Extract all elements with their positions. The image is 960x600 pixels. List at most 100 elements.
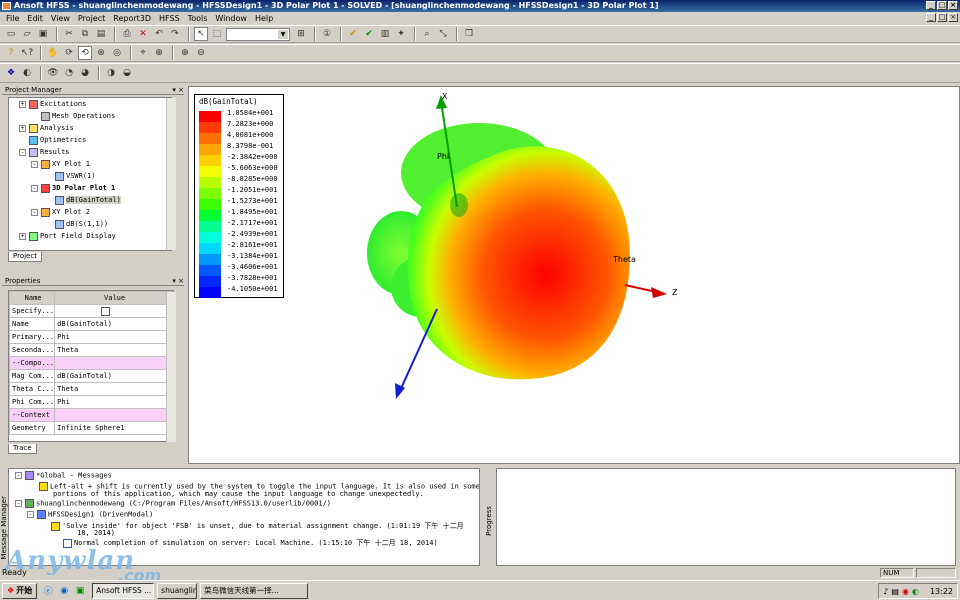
taskbar-shuanglin-button[interactable]: shuanglin... (157, 582, 198, 599)
menu-view[interactable]: View (51, 14, 70, 23)
property-row[interactable]: --Compo... (8, 356, 173, 370)
fields-icon[interactable]: ✦ (394, 27, 408, 41)
tray-volume-icon[interactable]: ♪ (883, 587, 888, 596)
window-cascade-icon[interactable]: ❐ (462, 27, 476, 41)
property-row[interactable]: Seconda... Theta (8, 343, 173, 357)
dynamic-zoom-icon[interactable]: ◎ (110, 46, 124, 60)
rotate-icon[interactable]: ⟳ (62, 46, 76, 60)
property-value[interactable] (54, 408, 173, 422)
project-row[interactable]: - shuanglinchenmodewang (C:/Program Files… (15, 499, 331, 508)
property-value[interactable]: Theta (54, 382, 173, 396)
units-icon[interactable]: ① (320, 27, 334, 41)
property-value[interactable] (54, 304, 173, 318)
menu-file[interactable]: File (6, 14, 19, 23)
draw-cylinder-icon[interactable]: ◐ (20, 66, 34, 80)
property-value[interactable]: Phi (54, 330, 173, 344)
menu-tools[interactable]: Tools (188, 14, 208, 23)
selection-combo[interactable] (226, 27, 290, 41)
pan-view-icon[interactable]: ⤡ (436, 27, 450, 41)
menu-window[interactable]: Window (215, 14, 247, 23)
select-mode-icon[interactable]: ⬚ (210, 27, 224, 41)
view-front-icon[interactable]: 👁 (46, 66, 60, 80)
tray-update-icon[interactable]: ◐ (912, 587, 919, 596)
rotate-model-icon[interactable]: ⟲ (78, 46, 92, 60)
app-icon[interactable]: ▣ (73, 584, 87, 598)
new-file-icon[interactable]: ▭ (4, 27, 18, 41)
property-value[interactable]: Infinite Sphere1 (54, 421, 173, 435)
menu-hfss[interactable]: HFSS (159, 14, 180, 23)
tab-project[interactable]: Project (8, 252, 42, 262)
property-row[interactable]: Name dB(GainTotal) (8, 317, 173, 331)
analyze-icon[interactable]: ✔ (362, 27, 376, 41)
project-tree[interactable]: + Excitations Mesh Operations + Analysis Opti… (8, 97, 172, 251)
property-row[interactable]: Geometry Infinite Sphere1 (8, 421, 173, 435)
tree-item-xy-plot-2[interactable]: - XY Plot 2 (31, 206, 90, 218)
view-grid-icon[interactable]: ⊕ (152, 46, 166, 60)
print-icon[interactable]: ⎙ (120, 27, 134, 41)
property-value[interactable]: dB(GainTotal) (54, 317, 173, 331)
cut-icon[interactable]: ✂ (62, 27, 76, 41)
specify-checkbox[interactable] (101, 306, 111, 316)
mdi-close-button[interactable]: × (948, 13, 958, 22)
ie-icon[interactable]: ⓔ (41, 584, 55, 598)
results-icon[interactable]: ▥ (378, 27, 392, 41)
tree-scrollbar[interactable] (166, 98, 176, 250)
menu-edit[interactable]: Edit (27, 14, 43, 23)
tree-item-xy-plot-1[interactable]: - XY Plot 1 (31, 158, 90, 170)
tree-item-port-field-display[interactable]: + Port Field Display (19, 230, 116, 242)
tree-item-db-s-1-1[interactable]: dB(S(1,1)) (45, 218, 108, 230)
view-bottom-icon[interactable]: ◒ (120, 66, 134, 80)
tray-security-icon[interactable]: ◉ (902, 587, 909, 596)
mdi-restore-button[interactable]: □ (937, 13, 947, 22)
browser-icon[interactable]: ◉ (57, 584, 71, 598)
tray-network-icon[interactable]: ▤ (891, 587, 899, 596)
property-value[interactable]: Theta (54, 343, 173, 357)
context-help-icon[interactable]: ↖? (20, 46, 34, 60)
view-side-icon[interactable]: ◔ (62, 66, 76, 80)
zoom-icon[interactable]: ⌕ (420, 27, 434, 41)
menu-project[interactable]: Project (78, 14, 105, 23)
zoom-out-icon[interactable]: ⊖ (194, 46, 208, 60)
view-axes-icon[interactable]: ⌖ (136, 46, 150, 60)
view-iso-icon[interactable]: ◑ (104, 66, 118, 80)
help-icon[interactable]: ? (4, 46, 18, 60)
maximize-button[interactable]: □ (937, 1, 947, 10)
start-button[interactable]: ❖ 开始 (2, 582, 38, 599)
property-row[interactable]: Mag Com... dB(GainTotal) (8, 369, 173, 383)
property-value[interactable]: dB(GainTotal) (54, 369, 173, 383)
copy-icon[interactable]: ⧉ (78, 27, 92, 41)
properties-close-icon[interactable]: ▾ × (172, 276, 184, 285)
property-value[interactable]: Phi (54, 395, 173, 409)
save-icon[interactable]: ▣ (36, 27, 50, 41)
tree-item-3d-polar-plot-1[interactable]: -3D Polar Plot 1 (31, 182, 115, 194)
open-folder-icon[interactable]: ▱ (20, 27, 34, 41)
property-row[interactable]: Primary... Phi (8, 330, 173, 344)
property-row[interactable]: Theta C... Theta (8, 382, 173, 396)
menu-report3d[interactable]: Report3D (113, 14, 151, 23)
minimize-button[interactable]: _ (926, 1, 936, 10)
design-row[interactable]: - HFSSDesign1 (DrivenModal) (27, 510, 153, 519)
paste-icon[interactable]: ▤ (94, 27, 108, 41)
draw-box-icon[interactable]: ❖ (4, 66, 18, 80)
properties-scrollbar[interactable] (166, 292, 176, 442)
tab-trace[interactable]: Trace (8, 444, 37, 454)
fit-icon[interactable]: ⊞ (294, 27, 308, 41)
zoom-in-icon[interactable]: ⊕ (178, 46, 192, 60)
tree-item-analysis[interactable]: + Analysis (19, 122, 74, 134)
tree-item-db-gaintotal[interactable]: dB(GainTotal) (45, 194, 121, 206)
property-row[interactable]: --Context (8, 408, 173, 422)
menu-help[interactable]: Help (255, 14, 273, 23)
tree-item-optimetrics[interactable]: Optimetrics (19, 134, 86, 146)
gain-legend[interactable]: dB(GainTotal) 1.0584e+001 7.2823e+000 4.00… (194, 94, 284, 298)
undo-icon[interactable]: ↶ (152, 27, 166, 41)
delete-icon[interactable]: ✕ (136, 27, 150, 41)
redo-icon[interactable]: ↷ (168, 27, 182, 41)
tree-item-results[interactable]: - Results (19, 146, 70, 158)
property-row[interactable]: Phi Com... Phi (8, 395, 173, 409)
validate-icon[interactable]: ✔ (346, 27, 360, 41)
taskbar-hfss-button[interactable]: Ansoft HFSS ... (92, 582, 155, 599)
mdi-minimize-button[interactable]: _ (926, 13, 936, 22)
view-top-icon[interactable]: ◕ (78, 66, 92, 80)
tree-item-mesh-operations[interactable]: Mesh Operations (31, 110, 115, 122)
panel-close-icon[interactable]: ▾ × (172, 85, 184, 94)
